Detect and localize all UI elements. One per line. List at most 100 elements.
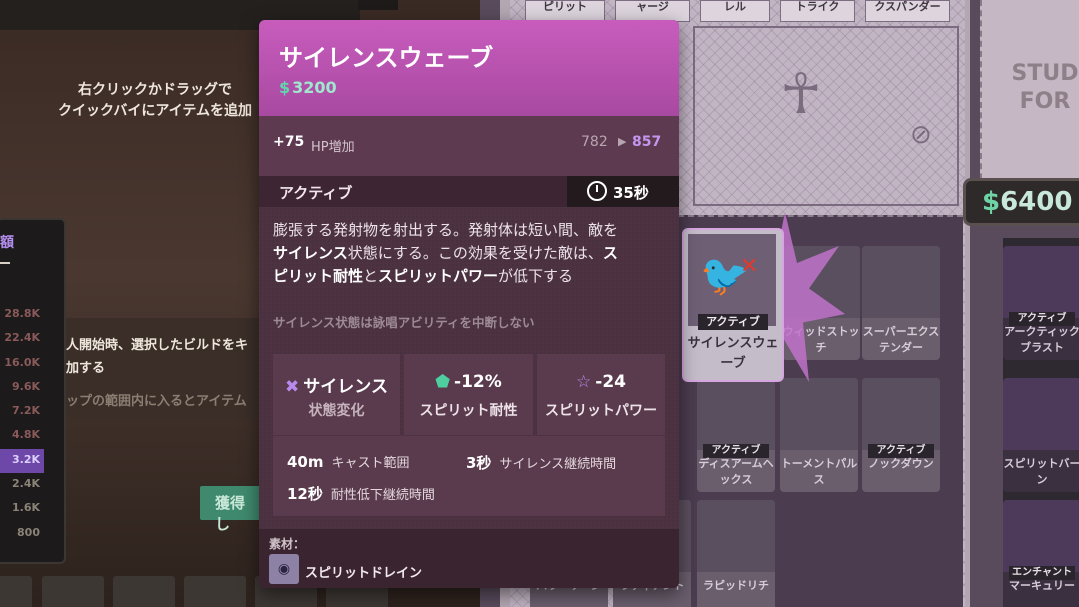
- desc-text: 膨張する発射物を射出する。発射体は短い間、敵を: [273, 221, 619, 239]
- desc-text: と: [363, 267, 379, 285]
- price-tier[interactable]: 28.8K: [0, 303, 44, 327]
- slot[interactable]: [42, 576, 104, 607]
- effect-main: ☆ -24: [537, 372, 665, 392]
- item-icon: [780, 378, 858, 450]
- item-subnote: サイレンス状態は詠唱アビリティを中断しない: [273, 315, 535, 330]
- active-bar: アクティブ 35秒: [259, 176, 679, 207]
- effect-cell: ✖ サイレンス 状態変化: [273, 354, 400, 435]
- effect-value: サイレンス: [303, 377, 388, 397]
- shop-section-border: [693, 26, 959, 206]
- build-panel-title: 額: [0, 235, 14, 251]
- spirit-drain-icon: ◉: [269, 554, 299, 584]
- souls-balance: $6400: [963, 178, 1079, 226]
- component-name: スピリットドレイン: [305, 566, 423, 581]
- note-line-1: 人開始時、選択したビルドをキ: [66, 338, 249, 353]
- effect-cell: ⬟ -12% スピリット耐性: [404, 354, 533, 435]
- property-value: 12秒: [287, 485, 323, 503]
- hint-line-1: 右クリックかドラッグで: [78, 82, 232, 98]
- note-line-3: ップの範囲内に入るとアイテム: [66, 394, 247, 409]
- effect-main: ⬟ -12%: [404, 372, 533, 392]
- ankh-icon: ☥: [780, 62, 822, 127]
- souls-amount: 6400: [1000, 187, 1073, 217]
- item-name: ノックダウン: [868, 457, 934, 470]
- price-tier[interactable]: 7.2K: [0, 400, 44, 424]
- slot[interactable]: [184, 576, 246, 607]
- item-card[interactable]: アクティブ ノックダウン: [862, 378, 940, 492]
- price-tier-list: 28.8K 22.4K 16.0K 9.6K 7.2K 4.8K 3.2K 2.…: [0, 303, 44, 546]
- item-card[interactable]: エンチャント マーキュリー: [1003, 500, 1079, 607]
- price-tier-selected[interactable]: 3.2K: [0, 448, 44, 474]
- top-item-tab[interactable]: クスパンダー: [865, 0, 950, 22]
- price-tier[interactable]: 800: [0, 522, 44, 546]
- item-name: アークティックブラスト: [1004, 325, 1079, 354]
- item-name: トーメントパルス: [780, 457, 858, 486]
- item-card[interactable]: ラピッドリチ: [697, 500, 775, 607]
- cooldown-value: 35秒: [613, 184, 649, 202]
- item-tooltip: サイレンスウェーブ $3200 +75 HP増加 782 ▶ 857 アクティブ…: [259, 20, 679, 588]
- silence-icon: ✖: [285, 377, 300, 397]
- desc-keyword: スピリットパワー: [378, 267, 499, 285]
- item-name: スピリットバーン: [1003, 457, 1079, 486]
- property: 12秒 耐性低下継続時間: [287, 483, 435, 504]
- top-item-tab[interactable]: トライク: [780, 0, 855, 22]
- price-tier[interactable]: 4.8K: [0, 424, 44, 448]
- item-name: ディスアームヘックス: [698, 457, 774, 486]
- desc-text: 状態にする。この効果を受けた敵は、: [347, 244, 603, 262]
- item-card[interactable]: トーメントパルス: [780, 378, 858, 492]
- item-name: ラピッドリチ: [703, 579, 769, 592]
- item-icon: [1003, 500, 1079, 572]
- property-label: キャスト範囲: [331, 456, 410, 471]
- slot[interactable]: [0, 576, 32, 607]
- stat-bonus: +75: [273, 134, 305, 150]
- desc-keyword: サイレンス: [273, 244, 348, 262]
- property-label: サイレンス継続時間: [499, 457, 617, 472]
- souls-icon: $: [279, 78, 291, 97]
- quick-buy-hint: 右クリックかドラッグで クイックバイにアイテムを追加: [55, 80, 255, 122]
- item-title: サイレンスウェーブ: [279, 44, 494, 72]
- effect-label: スピリットパワー: [545, 403, 657, 419]
- item-name: サイレンスウェーブ: [687, 336, 779, 371]
- clock-icon: [587, 181, 607, 201]
- cooldown: 35秒: [567, 176, 679, 207]
- active-label: アクティブ: [279, 184, 353, 202]
- arrow-right-icon: ▶: [618, 135, 627, 148]
- item-name: マーキュリー: [1009, 579, 1075, 592]
- price-tier[interactable]: 22.4K: [0, 327, 44, 351]
- cross-icon: ✕: [740, 254, 759, 279]
- component-label: 素材：: [269, 537, 306, 551]
- price-tier[interactable]: 2.4K: [0, 473, 44, 497]
- item-name: スーパーエクステンダー: [862, 325, 940, 354]
- stat-label: HP増加: [311, 140, 355, 155]
- search-tab[interactable]: [358, 0, 398, 10]
- desc-keyword: ピリット耐性: [273, 267, 364, 285]
- price-tier[interactable]: 9.6K: [0, 376, 44, 400]
- item-tag: アクティブ: [698, 314, 768, 330]
- top-item-tab[interactable]: ピリット: [525, 0, 605, 22]
- effect-grid: ✖ サイレンス 状態変化 ⬟ -12% スピリット耐性 ☆ -24 スピリットパワー: [273, 354, 665, 435]
- item-card[interactable]: アクティブ ディスアームヘックス: [697, 378, 775, 492]
- stat-row: +75 HP増加 782 ▶ 857: [259, 116, 679, 176]
- divider: [0, 262, 10, 264]
- price-tier[interactable]: 1.6K: [0, 497, 44, 521]
- item-icon: [862, 378, 940, 450]
- item-card[interactable]: スーパーエクステンダー: [862, 246, 940, 360]
- item-card[interactable]: スピリットバーン: [1003, 378, 1079, 492]
- item-card[interactable]: アクティブ アークティックブラスト: [1003, 246, 1079, 360]
- effect-value: -24: [595, 372, 626, 392]
- desc-text: が低下する: [498, 267, 574, 285]
- spirit-shield-icon: ⬟: [435, 372, 451, 392]
- slot[interactable]: [113, 576, 175, 607]
- effect-value: -12%: [454, 372, 502, 392]
- property-value: 3秒: [466, 454, 492, 472]
- component-section: 素材： ◉ スピリットドレイン: [259, 529, 679, 588]
- effect-label: スピリット耐性: [419, 403, 518, 419]
- spirit-star-icon: ☆: [576, 372, 592, 392]
- stat-to: 857: [632, 134, 662, 150]
- item-cost-value: 3200: [292, 78, 337, 97]
- effect-cell: ☆ -24 スピリットパワー: [537, 354, 665, 435]
- price-tier[interactable]: 16.0K: [0, 352, 44, 376]
- top-item-tab[interactable]: ャージ: [615, 0, 690, 22]
- top-item-tab[interactable]: レル: [700, 0, 770, 22]
- souls-icon: $: [982, 187, 1001, 217]
- item-icon: [697, 378, 775, 450]
